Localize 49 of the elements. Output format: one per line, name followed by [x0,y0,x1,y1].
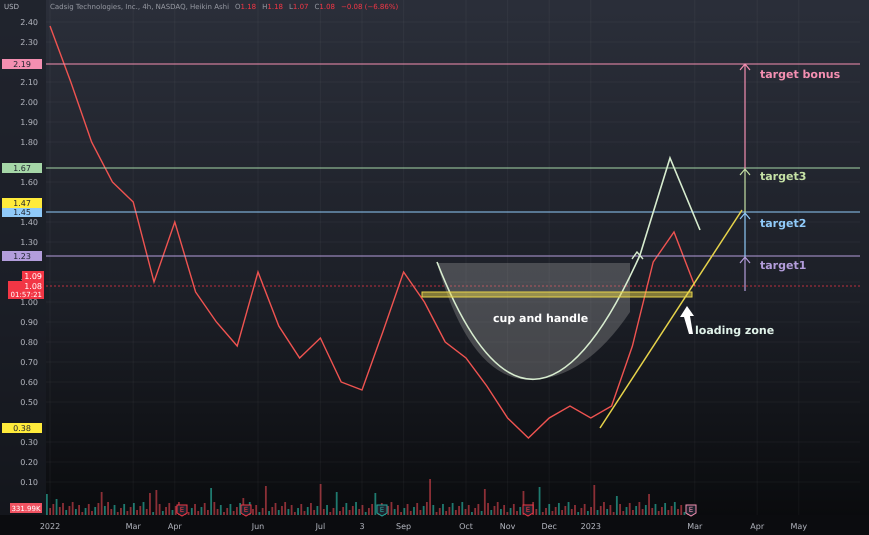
axis-tick-label: Dec [541,522,557,531]
axis-tick-label: 2023 [580,522,601,531]
axis-tick-label: 1.60 [20,178,38,187]
axis-tick-label: Mar [687,522,702,531]
axis-tick-label: 3 [359,522,365,531]
axis-tick-label: 2.30 [20,38,38,47]
axis-tick-label: 0.10 [20,478,38,487]
axis-tick-label: 0.50 [20,398,38,407]
axis-tick-label: Mar [126,522,141,531]
price-badge: 1.23 [2,251,42,261]
axis-tick-label: 1.00 [20,298,38,307]
pattern-label: cup and handle [493,312,588,325]
axis-tick-label: 2.10 [20,78,38,87]
axis-tick-label: 1.30 [20,238,38,247]
axis-tick-label: Oct [459,522,473,531]
pointer-arrow [680,306,694,334]
target-label: target3 [760,170,806,183]
ref-line-label: 2.19 [13,60,31,69]
ref-line-label: 1.67 [13,164,31,173]
ref-line-label: 1.45 [13,208,31,217]
axis-tick-label: May [790,522,808,531]
axis-tick-label: 2022 [40,522,60,531]
axis-tick-label: 0.90 [20,318,38,327]
axis-tick-label: 0.60 [20,378,38,387]
price-badge: 1.67 [2,163,42,173]
price-badge: 1.45 [2,207,42,217]
axis-tick-label: 0.70 [20,358,38,367]
price-badge: 2.19 [2,59,42,69]
axis-tick-label: 1.90 [20,118,38,127]
target-label: target1 [760,259,806,272]
axis-tick-label: 0.20 [20,458,38,467]
axis-tick-label: 1.80 [20,138,38,147]
axis-tick-label: 2.00 [20,98,38,107]
axis-tick-label: Apr [168,522,182,531]
price-badge: 1.47 [2,198,42,208]
axis-tick-label: Nov [500,522,516,531]
axis-tick-label: Apr [750,522,764,531]
axis-tick-label: Sep [396,522,412,531]
pattern-label: loading zone [695,324,774,337]
target-label: target bonus [760,68,840,81]
axis-tick-label: Jul [316,522,326,531]
axis-tick-label: 0.80 [20,338,38,347]
axis-tick-label: Jun [252,522,264,531]
price-badge: 0.38 [2,423,42,433]
axis-tick-label: 2.40 [20,18,38,27]
target-label: target2 [760,217,806,230]
ref-line-label: 1.23 [13,252,31,261]
axis-tick-label: 1.40 [20,218,38,227]
axis-tick-label: 0.30 [20,438,38,447]
